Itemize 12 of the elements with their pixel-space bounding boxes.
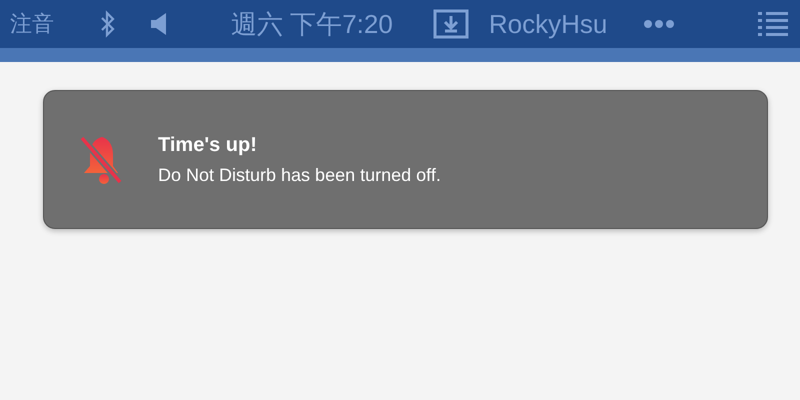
notification-banner[interactable]: Time's up! Do Not Disturb has been turned off.: [43, 90, 768, 229]
user-name[interactable]: RockyHsu: [488, 11, 608, 37]
clock[interactable]: 週六 下午7:20: [231, 11, 393, 37]
input-method-menu[interactable]: 注音: [10, 13, 54, 35]
notification-message: Do Not Disturb has been turned off.: [158, 164, 441, 186]
list-icon[interactable]: [758, 11, 788, 37]
bell-off-icon: [78, 134, 124, 186]
speaker-icon[interactable]: [149, 11, 169, 37]
bluetooth-icon[interactable]: [99, 10, 117, 38]
notification-title: Time's up!: [158, 132, 258, 157]
more-icon[interactable]: [644, 19, 674, 29]
download-icon[interactable]: [432, 9, 469, 39]
